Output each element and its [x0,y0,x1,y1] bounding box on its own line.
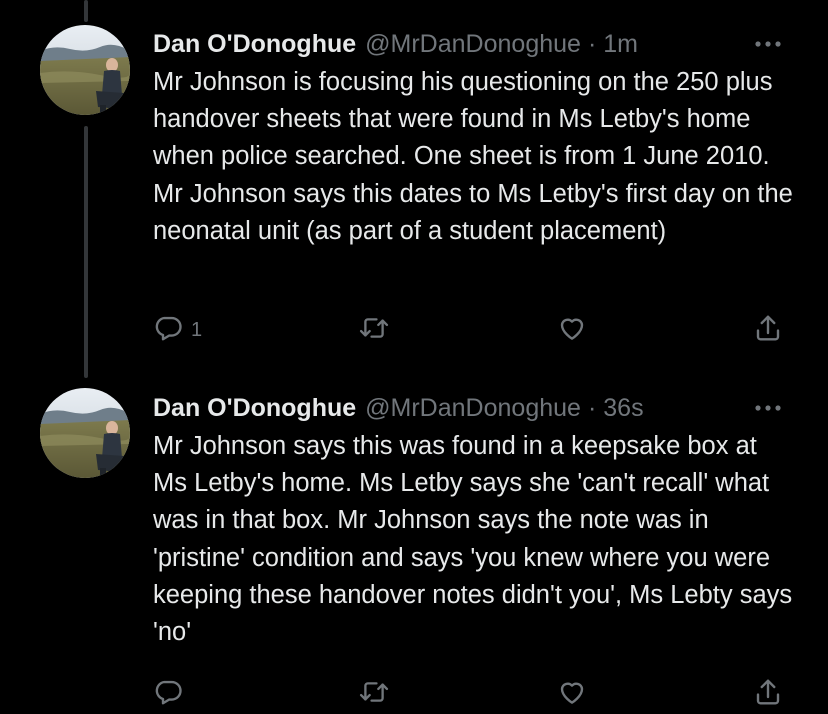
reply-button[interactable] [153,674,183,714]
share-icon [753,313,783,348]
separator-dot: · [587,393,597,422]
retweet-icon [358,677,390,712]
more-icon[interactable] [748,390,788,426]
avatar-photo [40,25,130,115]
tweet-header: Dan O'Donoghue @MrDanDonoghue · 36s [153,390,788,426]
more-icon[interactable] [748,26,788,62]
retweet-button[interactable] [358,310,390,350]
avatar[interactable] [40,388,130,478]
share-icon [753,677,783,712]
tweet-header: Dan O'Donoghue @MrDanDonoghue · 1m [153,26,788,62]
author-handle[interactable]: @MrDanDonoghue [365,394,581,423]
reply-button[interactable]: 1 [153,310,202,350]
timestamp[interactable]: 1m [603,30,638,59]
heart-icon [557,677,587,712]
retweet-button[interactable] [358,674,390,714]
share-button[interactable] [753,310,783,350]
tweet-text: Mr Johnson says this was found in a keep… [153,432,793,647]
like-button[interactable] [557,310,587,350]
like-button[interactable] [557,674,587,714]
reply-icon [153,313,183,348]
reply-count: 1 [191,318,203,341]
tweet-actions [153,674,793,714]
tweet[interactable]: Dan O'Donoghue @MrDanDonoghue · 1m Mr Jo… [0,0,828,378]
author-name[interactable]: Dan O'Donoghue [153,394,356,423]
author-handle[interactable]: @MrDanDonoghue [365,30,581,59]
avatar-photo [40,388,130,478]
tweet[interactable]: Dan O'Donoghue @MrDanDonoghue · 36s Mr J… [0,378,828,704]
avatar[interactable] [40,25,130,115]
timestamp[interactable]: 36s [603,394,643,423]
reply-icon [153,677,183,712]
share-button[interactable] [753,674,783,714]
tweet-text: Mr Johnson is focusing his questioning o… [153,68,793,245]
author-name[interactable]: Dan O'Donoghue [153,30,356,59]
separator-dot: · [587,29,597,58]
tweet-actions: 1 [153,310,793,350]
retweet-icon [358,313,390,348]
heart-icon [557,313,587,348]
